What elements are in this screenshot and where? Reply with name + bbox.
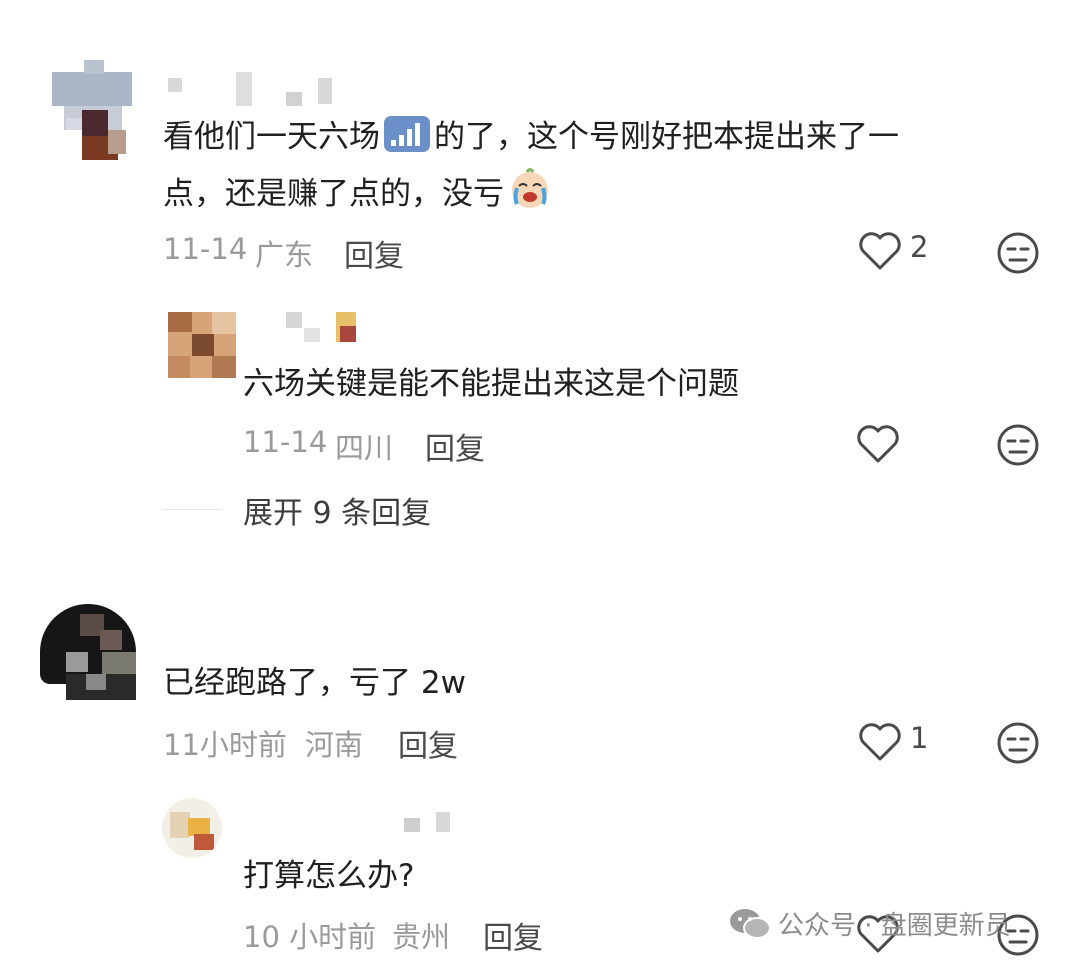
reply-avatar[interactable] — [168, 312, 236, 378]
reply-button[interactable]: 回复 — [398, 721, 458, 765]
dislike-face-icon[interactable] — [995, 230, 1041, 280]
comment-date: 11小时前 — [163, 728, 287, 762]
comment-text: 已经跑路了，亏了 2w — [163, 665, 466, 701]
dislike-face-icon[interactable] — [995, 422, 1041, 472]
heart-icon[interactable] — [856, 424, 900, 468]
expand-divider — [162, 509, 222, 510]
comment-location: 广东 — [255, 238, 314, 272]
reply-button[interactable]: 回复 — [483, 913, 543, 957]
like-count: 1 — [910, 721, 929, 755]
expand-replies-button[interactable]: 展开 9 条回复 — [243, 488, 431, 532]
reply-location: 贵州 — [392, 920, 451, 954]
reply-date: 11-14 — [243, 425, 328, 459]
reply-location: 四川 — [335, 431, 394, 465]
comment-text-line2: 点，还是赚了点的，没亏 — [163, 166, 556, 227]
heart-icon[interactable] — [858, 722, 902, 766]
dislike-face-icon[interactable] — [995, 720, 1041, 770]
reply-button[interactable]: 回复 — [344, 231, 404, 275]
reply-avatar[interactable] — [162, 798, 222, 858]
wechat-icon — [728, 906, 772, 946]
avatar[interactable] — [40, 604, 136, 700]
reply-date: 10 小时前 — [243, 920, 377, 954]
reply-text: 打算怎么办? — [243, 858, 415, 894]
comment-location: 河南 — [305, 728, 364, 762]
avatar[interactable] — [52, 60, 132, 160]
reply-button[interactable]: 回复 — [425, 424, 485, 468]
signal-bars-emoji — [383, 115, 431, 170]
comment-date: 11-14 — [163, 232, 248, 266]
reply-text: 六场关键是能不能提出来这是个问题 — [243, 366, 739, 402]
heart-icon[interactable] — [858, 231, 902, 275]
like-count: 2 — [910, 230, 929, 264]
comment-text: 看他们一天六场 的了，这个号刚好把本提出来了一 — [163, 110, 899, 170]
watermark-text: 公众号 · 盘圈更新员 — [778, 911, 1011, 941]
crying-face-emoji — [507, 166, 553, 227]
